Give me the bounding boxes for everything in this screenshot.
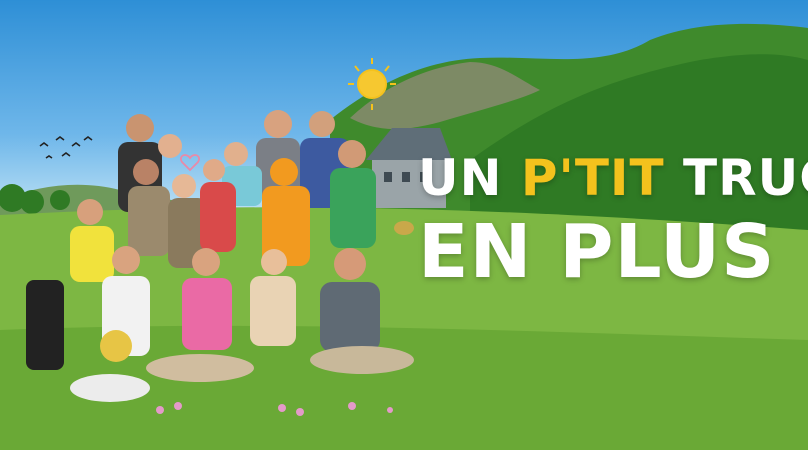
title-word-un: UN (418, 149, 521, 207)
title-line-2: EN PLUS (418, 209, 776, 295)
hay-bale (394, 221, 414, 235)
title-word-truc: TRUC (683, 149, 808, 207)
title-line-1: UN P'TIT TRUC (418, 149, 808, 207)
birds-icon (39, 136, 93, 159)
movie-poster: UN P'TIT TRUC EN PLUS (0, 0, 808, 450)
movie-title: UN P'TIT TRUC EN PLUS (418, 149, 808, 295)
heart-doodle-icon (180, 154, 200, 172)
title-word-ptit: P'TIT (520, 149, 665, 207)
